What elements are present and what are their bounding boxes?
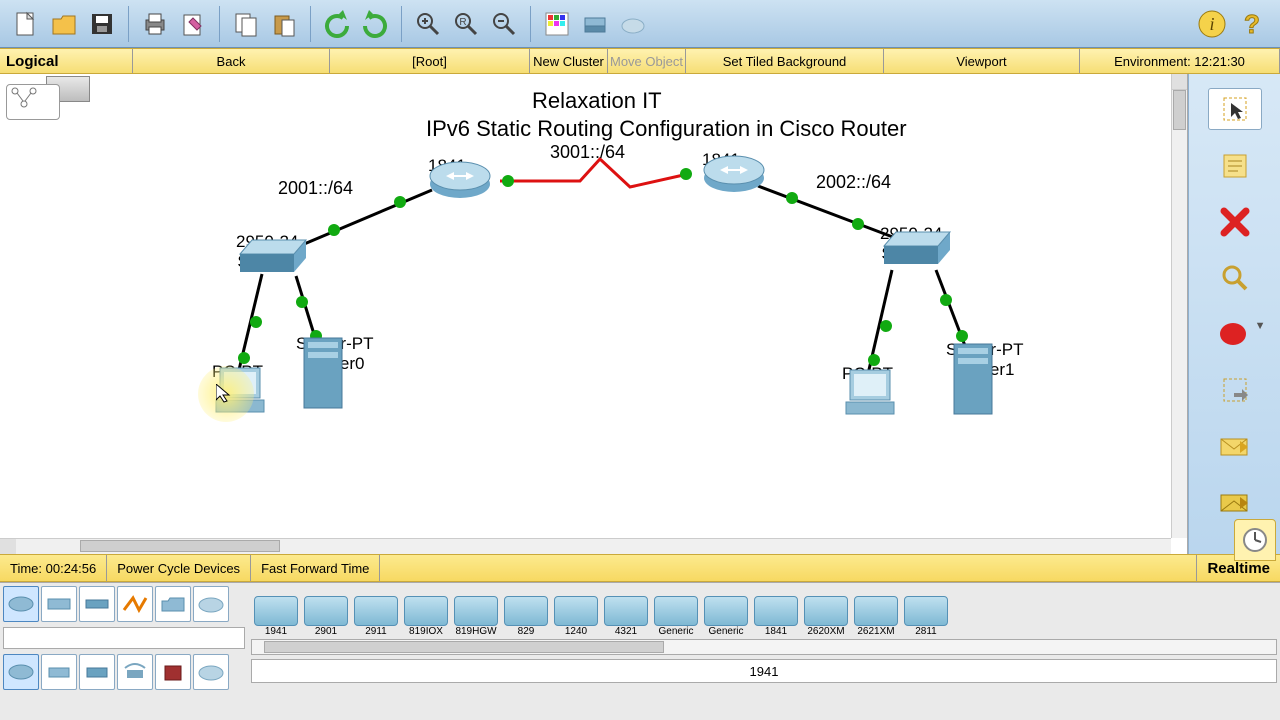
resize-tool[interactable] bbox=[1214, 370, 1256, 410]
svg-text:?: ? bbox=[1244, 9, 1260, 39]
category-connections[interactable] bbox=[117, 586, 153, 622]
model-2811[interactable]: 2811 bbox=[901, 589, 951, 637]
device-router-r1[interactable]: 1841R1 bbox=[428, 156, 466, 196]
main-row: Relaxation IT IPv6 Static Routing Config… bbox=[0, 74, 1280, 554]
main-toolbar: R i ? bbox=[0, 0, 1280, 48]
subnet-label-left: 2001::/64 bbox=[278, 178, 353, 199]
horizontal-scrollbar[interactable] bbox=[0, 538, 1171, 554]
zoom-out-icon[interactable] bbox=[486, 6, 522, 42]
draw-ellipse-tool[interactable]: ▼ bbox=[1214, 314, 1256, 354]
svg-text:R: R bbox=[459, 17, 466, 28]
print-icon[interactable] bbox=[137, 6, 173, 42]
back-button[interactable]: Back bbox=[133, 49, 330, 73]
model-1240[interactable]: 1240 bbox=[551, 589, 601, 637]
model-generic[interactable]: Generic bbox=[651, 589, 701, 637]
custom-device-icon[interactable] bbox=[577, 6, 613, 42]
power-cycle-button[interactable]: Power Cycle Devices bbox=[107, 555, 251, 581]
subcat-hub[interactable] bbox=[79, 654, 115, 690]
category-hubs[interactable] bbox=[79, 586, 115, 622]
undo-icon[interactable] bbox=[319, 6, 355, 42]
model-819hgw[interactable]: 819HGW bbox=[451, 589, 501, 637]
model-2620xm[interactable]: 2620XM bbox=[801, 589, 851, 637]
right-toolbox: ▼ bbox=[1188, 74, 1280, 554]
activity-wizard-icon[interactable] bbox=[175, 6, 211, 42]
category-routers[interactable] bbox=[3, 586, 39, 622]
help-icon[interactable]: ? bbox=[1234, 6, 1270, 42]
model-picker: 194129012911819IOX819HGW82912404321Gener… bbox=[248, 583, 1280, 720]
subnet-label-mid: 3001::/64 bbox=[550, 142, 625, 163]
redo-icon[interactable] bbox=[357, 6, 393, 42]
device-switch0[interactable]: 2950-24Switch0 bbox=[236, 232, 298, 272]
category-switches[interactable] bbox=[41, 586, 77, 622]
cloud-icon[interactable] bbox=[615, 6, 651, 42]
model-1841[interactable]: 1841 bbox=[751, 589, 801, 637]
fast-forward-button[interactable]: Fast Forward Time bbox=[251, 555, 380, 581]
zoom-reset-icon[interactable]: R bbox=[448, 6, 484, 42]
view-ribbon: Logical Back [Root] New Cluster Move Obj… bbox=[0, 48, 1280, 74]
vertical-scrollbar[interactable] bbox=[1171, 74, 1187, 538]
topology-title-2: IPv6 Static Routing Configuration in Cis… bbox=[426, 116, 907, 142]
model-829[interactable]: 829 bbox=[501, 589, 551, 637]
breadcrumb-root[interactable]: [Root] bbox=[330, 49, 530, 73]
topology-title-1: Relaxation IT bbox=[532, 88, 662, 114]
info-icon[interactable]: i bbox=[1194, 6, 1230, 42]
select-tool[interactable] bbox=[1208, 88, 1262, 130]
subcat-wan[interactable] bbox=[193, 654, 229, 690]
viewport-button[interactable]: Viewport bbox=[884, 49, 1080, 73]
model-generic[interactable]: Generic bbox=[701, 589, 751, 637]
sim-time: Time: 00:24:56 bbox=[0, 555, 107, 581]
add-simple-pdu-tool[interactable] bbox=[1214, 426, 1256, 466]
navigation-mini[interactable] bbox=[2, 76, 90, 120]
model-2901[interactable]: 2901 bbox=[301, 589, 351, 637]
category-picker bbox=[0, 583, 248, 720]
device-picker: 194129012911819IOX819HGW82912404321Gener… bbox=[0, 582, 1280, 720]
add-complex-pdu-tool[interactable] bbox=[1214, 482, 1256, 522]
device-pc1[interactable]: PC-PTPC1 bbox=[842, 364, 893, 404]
model-819iox[interactable]: 819IOX bbox=[401, 589, 451, 637]
save-file-icon[interactable] bbox=[84, 6, 120, 42]
copy-icon[interactable] bbox=[228, 6, 264, 42]
workspace[interactable]: Relaxation IT IPv6 Static Routing Config… bbox=[0, 74, 1188, 554]
zoom-in-icon[interactable] bbox=[410, 6, 446, 42]
place-note-tool[interactable] bbox=[1214, 146, 1256, 186]
inspect-tool[interactable] bbox=[1214, 258, 1256, 298]
palette-icon[interactable] bbox=[539, 6, 575, 42]
subcat-router[interactable] bbox=[3, 654, 39, 690]
category-wan[interactable] bbox=[193, 586, 229, 622]
move-object-button: Move Object bbox=[608, 49, 686, 73]
set-tiled-background-button[interactable]: Set Tiled Background bbox=[686, 49, 884, 73]
delete-tool[interactable] bbox=[1214, 202, 1256, 242]
model-2621xm[interactable]: 2621XM bbox=[851, 589, 901, 637]
subcat-switch[interactable] bbox=[41, 654, 77, 690]
time-bar: Time: 00:24:56 Power Cycle Devices Fast … bbox=[0, 554, 1280, 582]
model-4321[interactable]: 4321 bbox=[601, 589, 651, 637]
model-2911[interactable]: 2911 bbox=[351, 589, 401, 637]
device-server0[interactable]: Server-PTServer0 bbox=[296, 334, 373, 374]
device-router-r2[interactable]: 1841R2 bbox=[702, 150, 740, 190]
environment-time[interactable]: Environment: 12:21:30 bbox=[1080, 49, 1280, 73]
logical-tab[interactable]: Logical bbox=[0, 49, 133, 73]
model-1941[interactable]: 1941 bbox=[251, 589, 301, 637]
model-scrollbar[interactable] bbox=[251, 639, 1277, 655]
clock-icon[interactable] bbox=[1234, 519, 1276, 561]
new-cluster-button[interactable]: New Cluster bbox=[530, 49, 608, 73]
focused-model-label: 1941 bbox=[251, 659, 1277, 683]
realtime-tab[interactable]: Realtime bbox=[1196, 555, 1280, 581]
subcat-wireless[interactable] bbox=[117, 654, 153, 690]
new-file-icon[interactable] bbox=[8, 6, 44, 42]
paste-icon[interactable] bbox=[266, 6, 302, 42]
svg-text:i: i bbox=[1209, 14, 1214, 34]
open-file-icon[interactable] bbox=[46, 6, 82, 42]
category-label bbox=[3, 627, 245, 649]
subnet-label-right: 2002::/64 bbox=[816, 172, 891, 193]
category-end-devices[interactable] bbox=[155, 586, 191, 622]
subcat-security[interactable] bbox=[155, 654, 191, 690]
device-server1[interactable]: Server-PTServer1 bbox=[946, 340, 1023, 380]
device-switch1[interactable]: 2950-24Switch1 bbox=[880, 224, 942, 264]
